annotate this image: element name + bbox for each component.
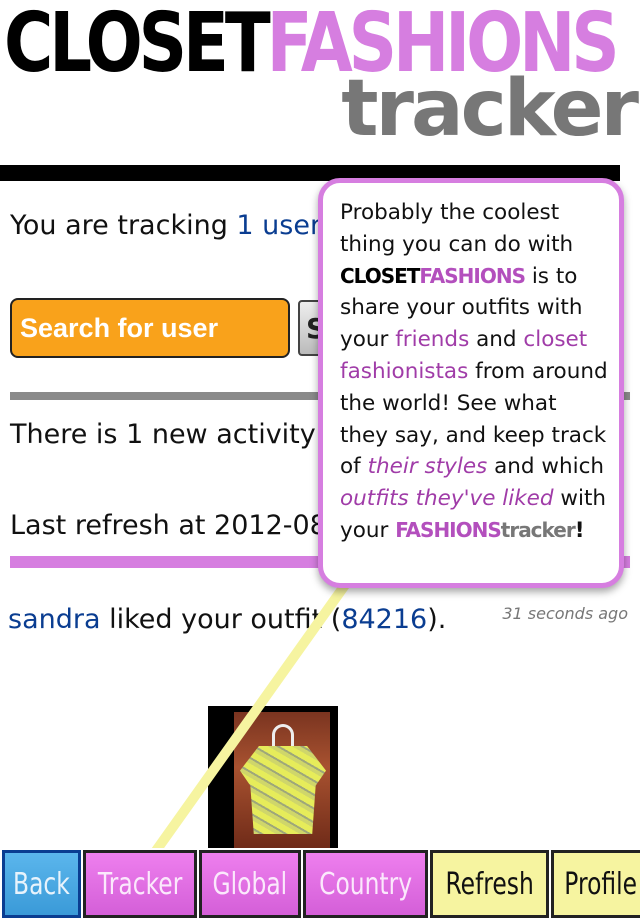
tab-profile-label: Profile bbox=[564, 866, 638, 902]
logo-word-closet: CLOSET bbox=[4, 0, 271, 91]
logo-tracker: tracker bbox=[341, 64, 639, 154]
tab-tracker[interactable]: Tracker bbox=[82, 850, 198, 918]
tab-tracker-label: Tracker bbox=[97, 866, 183, 902]
tooltip-outfits-liked: outfits they've liked bbox=[340, 486, 554, 512]
feed-timestamp: 31 seconds ago bbox=[502, 604, 628, 623]
tab-country-label: Country bbox=[318, 866, 412, 902]
feed-suffix: ). bbox=[427, 604, 447, 635]
tab-profile[interactable]: Profile bbox=[551, 850, 640, 918]
feed-outfit-link[interactable]: 84216 bbox=[341, 604, 427, 635]
tab-back-label: Back bbox=[13, 866, 70, 902]
tab-refresh[interactable]: Refresh bbox=[429, 850, 550, 918]
tab-country[interactable]: Country bbox=[302, 850, 428, 918]
bottom-tab-bar: Back Tracker Global Country Refresh Prof… bbox=[0, 848, 640, 920]
tooltip-friends: friends bbox=[395, 327, 470, 353]
tooltip-text-7: ! bbox=[574, 517, 585, 543]
tab-refresh-label: Refresh bbox=[445, 866, 534, 902]
outfit-photo[interactable] bbox=[234, 712, 330, 850]
last-refresh-text: Last refresh at 2012-08-2 bbox=[10, 510, 354, 541]
tooltip-brand-fashions-2: FASHIONS bbox=[395, 517, 502, 542]
shirt-image bbox=[240, 746, 326, 834]
tracking-status: You are tracking 1 user bbox=[10, 210, 321, 241]
tracked-users-link[interactable]: 1 user bbox=[236, 210, 321, 241]
search-user-input[interactable]: Search for user bbox=[10, 298, 290, 358]
activity-feed-item: sandra liked your outfit (84216). bbox=[8, 604, 446, 635]
tooltip-brand-tracker: tracker bbox=[500, 517, 576, 542]
tab-global[interactable]: Global bbox=[199, 850, 301, 918]
tracking-prefix: You are tracking bbox=[10, 210, 237, 241]
tab-global-label: Global bbox=[212, 866, 288, 902]
tooltip-text-5: and which bbox=[487, 454, 605, 480]
tooltip-brand-closetfashions: CLOSETFASHIONS bbox=[340, 263, 526, 288]
tooltip-brand-fashionstracker: FASHIONStracker bbox=[395, 517, 576, 542]
tooltip-brand-closet: CLOSET bbox=[340, 263, 420, 288]
tooltip-their-styles: their styles bbox=[367, 454, 488, 480]
tab-back[interactable]: Back bbox=[2, 850, 81, 918]
tooltip-text-3: and bbox=[469, 327, 524, 353]
hanger-icon bbox=[272, 724, 294, 746]
search-placeholder: Search for user bbox=[20, 312, 219, 343]
tooltip-brand-fashions: FASHIONS bbox=[419, 263, 526, 288]
feed-action: liked your outfit ( bbox=[100, 604, 342, 635]
tooltip-text-1: Probably the coolest thing you can do wi… bbox=[340, 200, 574, 257]
help-tooltip: Probably the coolest thing you can do wi… bbox=[318, 178, 624, 588]
feed-user-link[interactable]: sandra bbox=[8, 604, 101, 635]
new-activity-text: There is 1 new activity o bbox=[10, 419, 341, 450]
